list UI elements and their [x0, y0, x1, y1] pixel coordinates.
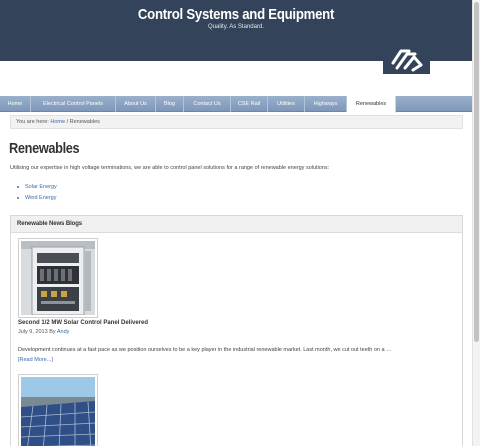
- cse-logo[interactable]: [383, 43, 430, 74]
- list-item-solar-energy[interactable]: Solar Energy: [17, 182, 57, 193]
- nav-item-blog[interactable]: Blog: [156, 96, 184, 112]
- post-excerpt: Development continues at a fast pace as …: [18, 347, 392, 353]
- post-meta: July 9, 2013 By Andy: [18, 329, 69, 335]
- nav-item-about-us[interactable]: About Us: [116, 96, 156, 112]
- renewable-news-widget: Renewable News Blogs Second 1/2 MW Solar…: [10, 215, 463, 446]
- nav-item-utilities[interactable]: Utilities: [268, 96, 305, 112]
- nav-item-cse-rail[interactable]: CSE Rail: [231, 96, 268, 112]
- site-title[interactable]: Control Systems and Equipment: [28, 6, 443, 23]
- breadcrumb-separator: /: [66, 119, 69, 125]
- scrollbar-thumb[interactable]: [474, 2, 479, 342]
- solar-panels-photo-icon[interactable]: [18, 374, 98, 446]
- page-intro: Utilising our expertise in high voltage …: [10, 165, 330, 171]
- main-nav: Home Electrical Control Panels About Us …: [0, 96, 472, 113]
- nav-item-electrical-control-panels[interactable]: Electrical Control Panels: [31, 96, 116, 112]
- post-by: By: [49, 329, 56, 335]
- post-title[interactable]: Second 1/2 MW Solar Control Panel Delive…: [18, 320, 148, 326]
- site-tagline: Quality. As Standard.: [208, 24, 264, 30]
- breadcrumb-home-link[interactable]: Home: [50, 119, 65, 125]
- nav-item-contact-us[interactable]: Contact Us: [184, 96, 231, 112]
- page-scrollbar[interactable]: [472, 0, 480, 446]
- list-item-wind-energy[interactable]: Wind Energy: [17, 193, 57, 204]
- control-panel-photo-icon[interactable]: [18, 238, 98, 318]
- nav-item-highways[interactable]: Highways: [305, 96, 347, 112]
- post-date: July 9, 2013: [18, 329, 48, 335]
- nav-item-home[interactable]: Home: [0, 96, 31, 112]
- renewables-list: Solar Energy Wind Energy: [17, 182, 57, 204]
- read-more-link[interactable]: [Read More...]: [18, 357, 53, 363]
- breadcrumb-prefix: You are here:: [16, 119, 49, 125]
- page-title: Renewables: [9, 140, 80, 157]
- post-author-link[interactable]: Andy: [57, 329, 70, 335]
- breadcrumb-current: Renewables: [69, 119, 100, 125]
- nav-item-renewables[interactable]: Renewables: [347, 96, 396, 113]
- breadcrumb: You are here: Home / Renewables: [10, 115, 463, 129]
- widget-title: Renewable News Blogs: [11, 216, 462, 233]
